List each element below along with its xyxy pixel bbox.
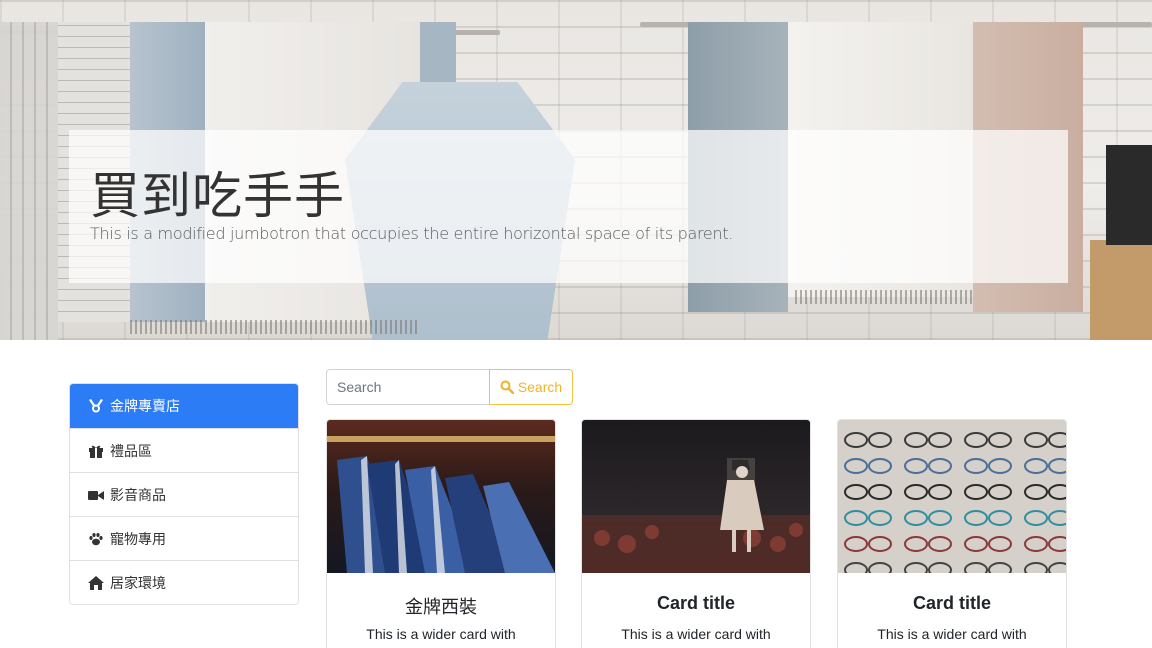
card-text: This is a wider card with [366, 626, 516, 642]
cloth-fringe [130, 320, 420, 334]
hero-banner: 買到吃手手 This is a modified jumbotron that … [0, 0, 1152, 340]
category-item-gifts[interactable]: 禮品區 [70, 428, 298, 472]
suits-on-rack-photo [327, 420, 555, 573]
category-item-av[interactable]: 影音商品 [70, 472, 298, 516]
product-card[interactable]: 金牌西裝 This is a wider card with [326, 419, 556, 648]
video-camera-icon [88, 488, 104, 502]
jumbotron: 買到吃手手 This is a modified jumbotron that … [69, 130, 1068, 283]
search-input[interactable] [326, 369, 490, 405]
hanging-cloth [0, 22, 58, 340]
card-title: Card title [912, 593, 991, 613]
category-label: 居家環境 [110, 575, 166, 592]
product-card[interactable]: Card title This is a wider card with [581, 419, 811, 648]
card-title: 金牌西裝 [405, 597, 477, 618]
category-label: 金牌專賣店 [110, 399, 180, 415]
category-label: 寵物專用 [110, 531, 166, 548]
card-title: Card title [656, 593, 735, 613]
search-button-label: Search [517, 379, 563, 395]
paw-icon [88, 532, 104, 546]
eyeglasses-display-photo [838, 420, 1066, 573]
search-button[interactable]: Search [489, 369, 573, 405]
category-item-gold-store[interactable]: 金牌專賣店 [70, 384, 298, 428]
chalkboard [1106, 145, 1152, 245]
medal-icon [88, 399, 104, 413]
category-label: 禮品區 [110, 443, 152, 460]
shelf [1090, 240, 1152, 340]
category-label: 影音商品 [110, 487, 166, 504]
shop-window-mannequin-photo [582, 420, 810, 573]
home-icon [88, 575, 104, 590]
card-text: This is a wider card with [621, 626, 771, 642]
cloth-fringe [795, 290, 975, 304]
jumbotron-lead: This is a modified jumbotron that occupi… [90, 224, 734, 243]
card-text: This is a wider card with [877, 626, 1027, 642]
search-icon [500, 380, 515, 395]
category-list: 金牌專賣店 禮品區 影音商品 寵物專用 居家環境 [69, 383, 299, 605]
category-item-home[interactable]: 居家環境 [70, 560, 298, 604]
product-card[interactable]: Card title This is a wider card with [837, 419, 1067, 648]
category-item-pets[interactable]: 寵物專用 [70, 516, 298, 560]
jumbotron-title: 買到吃手手 [90, 167, 345, 225]
gift-icon [88, 444, 104, 458]
